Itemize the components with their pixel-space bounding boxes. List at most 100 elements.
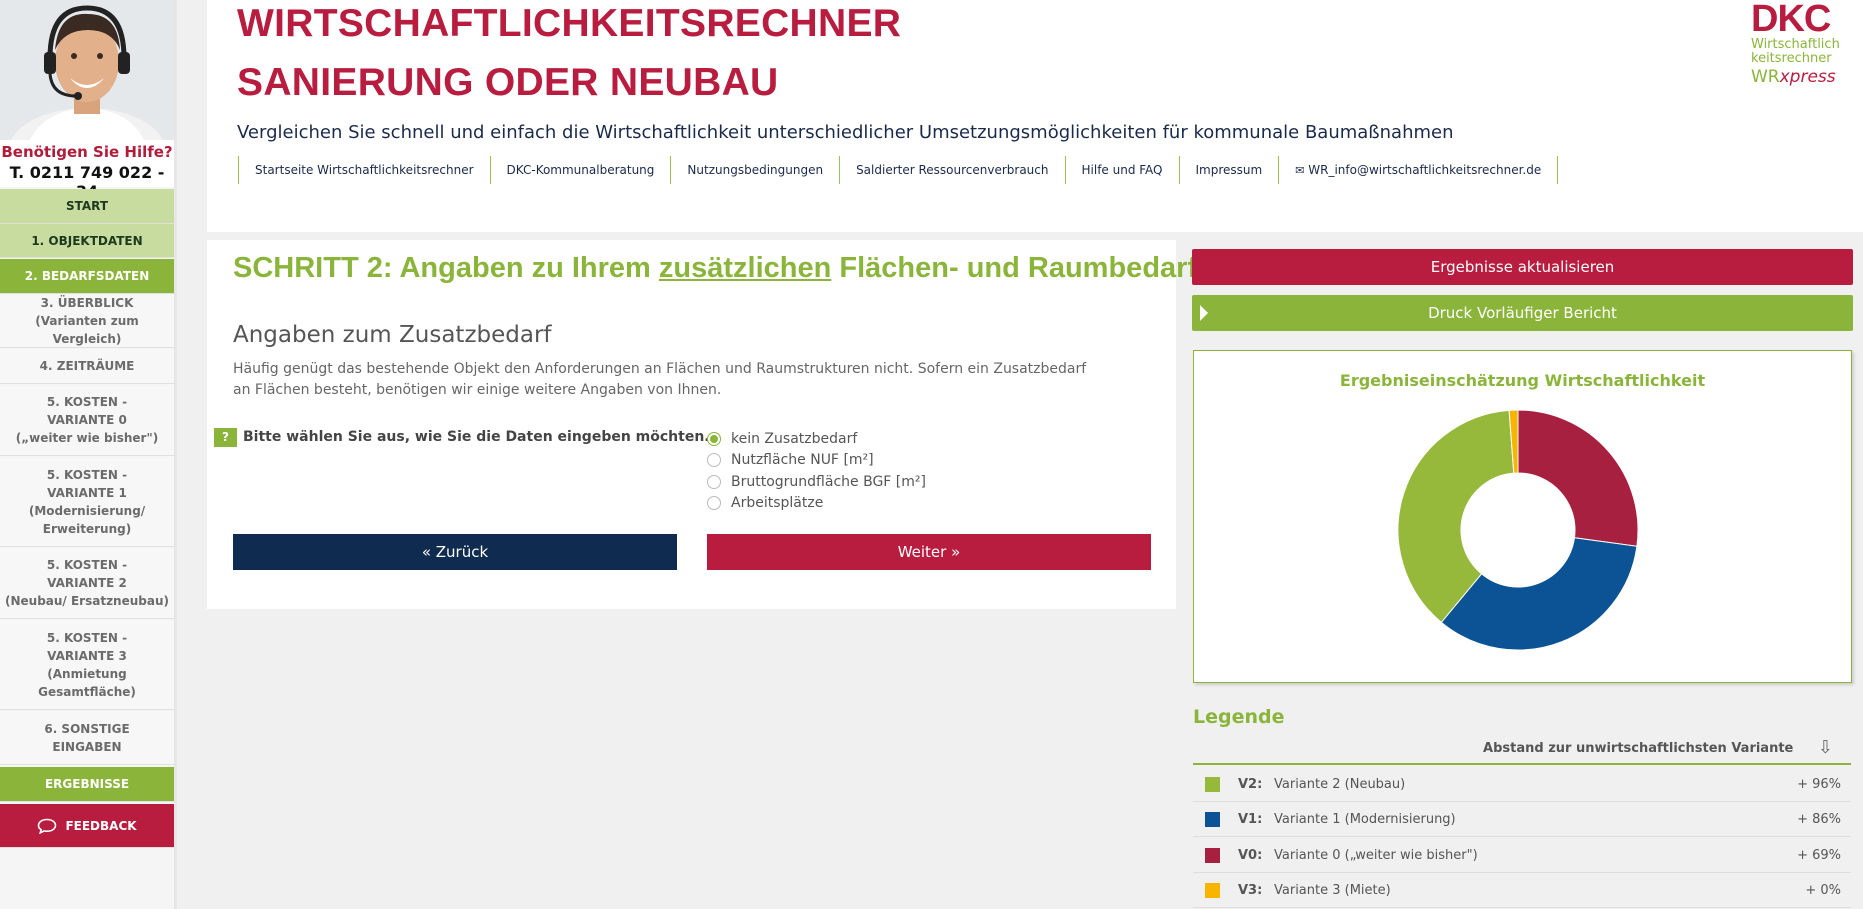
nav-label: 6. SONSTIGE: [44, 721, 130, 736]
refresh-results-button[interactable]: Ergebnisse aktualisieren: [1192, 249, 1853, 285]
legend-row-v0: V0: Variante 0 („weiter wie bisher") + 6…: [1193, 838, 1851, 873]
back-button[interactable]: « Zurück: [233, 534, 677, 570]
nav-sublabel: Erweiterung): [42, 521, 132, 536]
topnav-link-impressum[interactable]: Impressum: [1178, 156, 1279, 184]
logo-wr: WR: [1751, 67, 1780, 87]
legend-row-v1: V1: Variante 1 (Modernisierung) + 86%: [1193, 802, 1851, 837]
legend-swatch: [1205, 847, 1220, 863]
nav-label: VARIANTE 0: [47, 413, 127, 427]
header: WIRTSCHAFTLICHKEITSRECHNER SANIERUNG ODE…: [207, 0, 1863, 232]
legend-code: V1:: [1238, 811, 1263, 827]
legend-header-label: Abstand zur unwirtschaftlichsten Variant…: [1483, 741, 1794, 756]
logo-line1: Wirtschaftlich: [1751, 37, 1840, 52]
sort-down-arrow-icon[interactable]: ⇩: [1818, 733, 1833, 763]
next-button[interactable]: Weiter »: [707, 534, 1151, 570]
donut-slice-v0[interactable]: [1517, 410, 1638, 547]
logo-brand: DKC: [1751, 0, 1831, 40]
envelope-icon: ✉: [1295, 164, 1305, 177]
nav-label: 4. ZEITRÄUME: [39, 359, 135, 373]
topnav-link-nutzungsbedingungen[interactable]: Nutzungsbedingungen: [670, 156, 839, 184]
legend-code: V0:: [1238, 847, 1263, 863]
nav-label: VARIANTE 3: [47, 648, 127, 663]
nav-label: START: [65, 199, 109, 213]
nav-label: VARIANTE 1: [47, 485, 127, 500]
nav-label: 3. ÜBERBLICK: [40, 296, 134, 310]
legend-value: + 0%: [1805, 882, 1841, 898]
step-title-prefix: SCHRITT 2: Angaben zu Ihrem: [233, 252, 659, 284]
nav-sublabel: (Modernisierung/: [28, 503, 146, 518]
radio-label: Arbeitsplätze: [731, 495, 824, 512]
nav-sublabel: (Varianten zum Vergleich): [35, 314, 139, 346]
nav-label: 5. KOSTEN -: [46, 630, 128, 645]
section-description: Häufig genügt das bestehende Objekt den …: [233, 361, 1087, 398]
chart-title: Ergebniseinschätzung Wirtschaftlichkeit: [1339, 371, 1706, 390]
donut-slice-v1[interactable]: [1440, 537, 1638, 650]
radio-option-arbeitsplaetze[interactable]: Arbeitsplätze: [707, 493, 926, 515]
topnav-link-ressourcenverbrauch[interactable]: Saldierter Ressourcenverbrauch: [839, 156, 1064, 184]
radio-option-nutzflaeche[interactable]: Nutzfläche NUF [m²]: [707, 450, 926, 472]
radio-option-bruttogrundflaeche[interactable]: Bruttogrundfläche BGF [m²]: [707, 471, 926, 493]
legend-value: + 86%: [1797, 811, 1841, 827]
nav-bedarfsdaten[interactable]: 2. BEDARFSDATEN: [0, 259, 174, 294]
legend-row-v2: V2: Variante 2 (Neubau) + 96%: [1193, 767, 1851, 802]
nav-ueberblick[interactable]: 3. ÜBERBLICK (Varianten zum Vergleich): [0, 295, 174, 348]
nav-start[interactable]: START: [0, 189, 174, 224]
nav-kosten-variante-3[interactable]: 5. KOSTEN - VARIANTE 3 (Anmietung Gesamt…: [0, 620, 174, 710]
play-arrow-icon: [1200, 305, 1208, 321]
logo-text: Wirtschaftlich keitsrechner: [1751, 38, 1851, 66]
legend-name: Variante 1 (Modernisierung): [1274, 811, 1456, 827]
feedback-button[interactable]: FEEDBACK: [0, 804, 174, 848]
nav-label: 5. KOSTEN -: [46, 467, 128, 482]
input-mode-radio-group: kein Zusatzbedarf Nutzfläche NUF [m²] Br…: [707, 428, 926, 514]
nav-sublabel: („weiter wie bisher"): [15, 431, 159, 445]
topnav-link-startseite[interactable]: Startseite Wirtschaftlichkeitsrechner: [238, 156, 490, 184]
sidebar: Benötigen Sie Hilfe? T. 0211 749 022 - 3…: [0, 0, 177, 909]
legend-swatch: [1205, 882, 1220, 898]
legend-value: + 69%: [1797, 847, 1841, 863]
topnav-link-email[interactable]: ✉ WR_info@wirtschaftlichkeitsrechner.de: [1278, 156, 1559, 184]
legend-value: + 96%: [1797, 776, 1841, 792]
legend-code: V2:: [1238, 776, 1263, 792]
logo-wrxpress: WRxpress: [1751, 67, 1851, 87]
legend-row-v3: V3: Variante 3 (Miete) + 0%: [1193, 873, 1851, 908]
support-avatar: [0, 0, 174, 140]
radio-button[interactable]: [707, 453, 721, 468]
logo-line2: keitsrechner: [1751, 51, 1832, 66]
nav-label: VARIANTE 2: [47, 576, 127, 590]
nav-label: EINGABEN: [52, 739, 122, 754]
main-panel: SCHRITT 2: Angaben zu Ihrem zusätzlichen…: [207, 240, 1197, 609]
radio-option-kein-zusatzbedarf[interactable]: kein Zusatzbedarf: [707, 428, 926, 450]
nav-kosten-variante-1[interactable]: 5. KOSTEN - VARIANTE 1 (Modernisierung/ …: [0, 457, 174, 547]
legend-title: Legende: [1193, 706, 1285, 728]
step-title-emphasis: zusätzlichen: [658, 252, 832, 284]
radio-button[interactable]: [707, 474, 721, 489]
nav-objektdaten[interactable]: 1. OBJEKTDATEN: [0, 224, 174, 258]
feedback-label: FEEDBACK: [65, 818, 137, 833]
logo-xpress: xpress: [1779, 67, 1836, 87]
legend-swatch: [1205, 811, 1220, 827]
page-title-line1: WIRTSCHAFTLICHKEITSRECHNER: [237, 2, 902, 45]
result-chart-panel: Ergebniseinschätzung Wirtschaftlichkeit: [1193, 350, 1852, 683]
legend-swatch: [1205, 776, 1220, 792]
help-question-icon[interactable]: ?: [214, 428, 237, 447]
legend-name: Variante 0 („weiter wie bisher"): [1274, 847, 1478, 863]
nav-kosten-variante-0[interactable]: 5. KOSTEN - VARIANTE 0 („weiter wie bish…: [0, 385, 174, 456]
print-report-button[interactable]: Druck Vorläufiger Bericht: [1192, 295, 1853, 331]
nav-sublabel: Gesamtfläche): [38, 684, 136, 699]
radio-label: kein Zusatzbedarf: [731, 430, 858, 447]
nav-sublabel: (Neubau/ Ersatzneubau): [4, 594, 169, 608]
speech-bubble-icon: [38, 818, 57, 834]
nav-label: 1. OBJEKTDATEN: [31, 233, 143, 248]
dkc-logo[interactable]: DKC Wirtschaftlich keitsrechner WRxpress: [1751, 0, 1851, 87]
radio-button[interactable]: [707, 431, 721, 446]
nav-kosten-variante-2[interactable]: 5. KOSTEN - VARIANTE 2 (Neubau/ Ersatzne…: [0, 548, 174, 619]
topnav-link-kommunalberatung[interactable]: DKC-Kommunalberatung: [489, 156, 671, 184]
help-box: Benötigen Sie Hilfe? T. 0211 749 022 - 3…: [0, 140, 174, 201]
topnav-link-hilfe-faq[interactable]: Hilfe und FAQ: [1064, 156, 1179, 184]
radio-button[interactable]: [707, 496, 721, 511]
nav-sonstige-eingaben[interactable]: 6. SONSTIGE EINGABEN: [0, 711, 174, 765]
page-subtitle: Vergleichen Sie schnell und einfach die …: [237, 122, 1454, 143]
page-title-line2: SANIERUNG ODER NEUBAU: [237, 61, 779, 104]
nav-zeitraeume[interactable]: 4. ZEITRÄUME: [0, 349, 174, 384]
nav-ergebnisse[interactable]: ERGEBNISSE: [0, 767, 174, 802]
